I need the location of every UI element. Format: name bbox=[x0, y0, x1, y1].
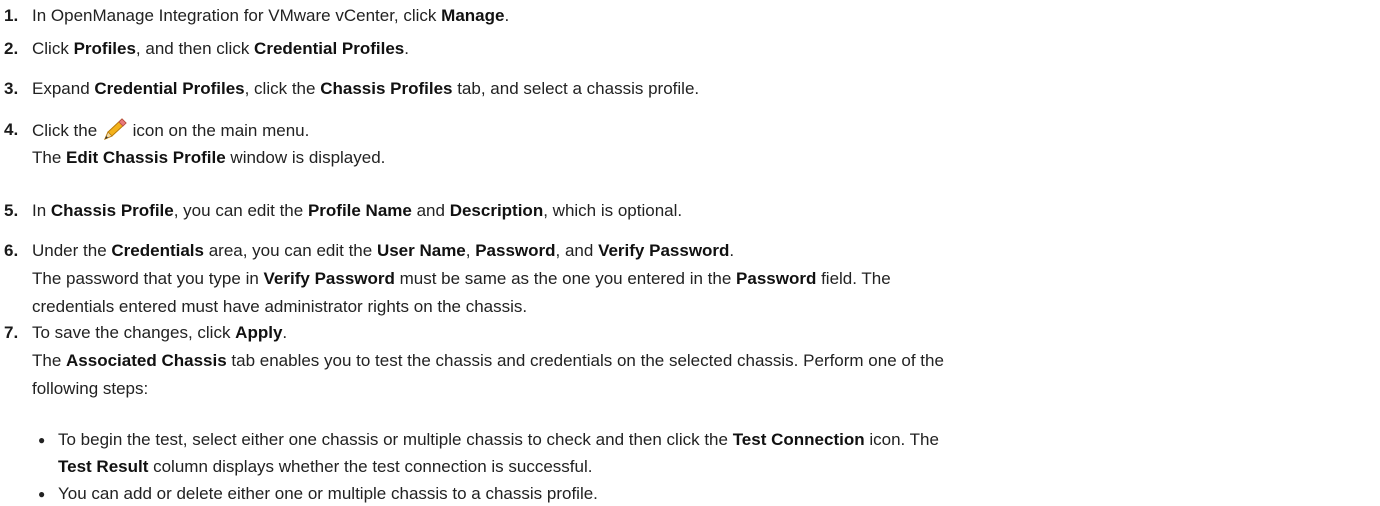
step-text: , and bbox=[555, 241, 599, 260]
ui-term: Description bbox=[449, 201, 544, 220]
bullet-line: Test Result column displays whether the … bbox=[58, 455, 592, 479]
ui-term: Test Connection bbox=[732, 430, 865, 449]
step-line: The password that you type in Verify Pas… bbox=[32, 267, 891, 291]
step-line: Under the Credentials area, you can edit… bbox=[32, 239, 734, 263]
ui-term: Manage bbox=[441, 6, 505, 25]
procedure-steps: 1. In OpenManage Integration for VMware v… bbox=[0, 0, 1380, 504]
step-text: window is displayed. bbox=[225, 148, 386, 167]
step-text: icon on the main menu. bbox=[127, 121, 310, 140]
step-text: tab enables you to test the chassis and … bbox=[226, 351, 944, 370]
step-text: and bbox=[411, 201, 450, 220]
step-text: . bbox=[404, 39, 409, 58]
ui-term: Password bbox=[736, 269, 817, 288]
step-line: The Associated Chassis tab enables you t… bbox=[32, 349, 944, 373]
step-number: 7. bbox=[4, 323, 19, 342]
step-text: Click the bbox=[32, 121, 102, 140]
bullet-dot: ● bbox=[38, 433, 46, 447]
step-number: 2. bbox=[4, 39, 19, 58]
step-text: Under the bbox=[32, 241, 112, 260]
step-text: tab, and select a chassis profile. bbox=[452, 79, 700, 98]
step-text: Expand bbox=[32, 79, 95, 98]
ui-term: Credential Profiles bbox=[94, 79, 245, 98]
step-text: , you can edit the bbox=[173, 201, 308, 220]
step-text: To begin the test, select either one cha… bbox=[58, 430, 733, 449]
step-number: 4. bbox=[4, 120, 19, 139]
ui-term: Associated Chassis bbox=[66, 351, 227, 370]
step-text: In OpenManage Integration for VMware vCe… bbox=[32, 6, 442, 25]
ui-term: Verify Password bbox=[598, 241, 730, 260]
step-text: Click bbox=[32, 39, 74, 58]
step-line: Expand Credential Profiles, click the Ch… bbox=[32, 77, 699, 101]
step-text: credentials entered must have administra… bbox=[32, 297, 528, 316]
step-number: 5. bbox=[4, 201, 19, 220]
step-line: Click the icon on the main menu. bbox=[32, 118, 309, 143]
step-number: 1. bbox=[4, 6, 19, 25]
step-text: icon. The bbox=[864, 430, 939, 449]
step-text: . bbox=[282, 323, 288, 342]
step-text: must be same as the one you entered in t… bbox=[394, 269, 737, 288]
step-text: following steps: bbox=[32, 379, 149, 398]
step-text: You can add or delete either one or mult… bbox=[58, 484, 598, 503]
ui-term: Chassis Profile bbox=[50, 201, 174, 220]
bullet-dot: ● bbox=[38, 487, 46, 501]
step-line: In Chassis Profile, you can edit the Pro… bbox=[32, 199, 682, 223]
ui-term: Profiles bbox=[73, 39, 136, 58]
step-text: column displays whether the test connect… bbox=[148, 457, 593, 476]
step-text: , click the bbox=[244, 79, 321, 98]
step-line: In OpenManage Integration for VMware vCe… bbox=[32, 4, 509, 28]
ui-term: User Name bbox=[376, 241, 466, 260]
step-number: 6. bbox=[4, 241, 19, 260]
step-line: credentials entered must have administra… bbox=[32, 295, 527, 319]
step-line: Click Profiles, and then click Credentia… bbox=[32, 37, 409, 61]
bullet-line: You can add or delete either one or mult… bbox=[58, 482, 598, 506]
step-text: The password that you type in bbox=[32, 269, 264, 288]
step-text: , bbox=[465, 241, 476, 260]
ui-term: Profile Name bbox=[307, 201, 412, 220]
step-text: . bbox=[729, 241, 735, 260]
ui-term: Edit Chassis Profile bbox=[66, 148, 226, 167]
step-text: The bbox=[32, 351, 67, 370]
ui-term: Test Result bbox=[58, 457, 149, 476]
step-text: , which is optional. bbox=[543, 201, 683, 220]
step-number: 3. bbox=[4, 79, 19, 98]
ui-term: Credential Profiles bbox=[254, 39, 405, 58]
step-text: . bbox=[504, 6, 510, 25]
ui-term: Credentials bbox=[111, 241, 204, 260]
ui-term: Verify Password bbox=[263, 269, 395, 288]
step-line: The Edit Chassis Profile window is displ… bbox=[32, 146, 385, 170]
step-text: area, you can edit the bbox=[203, 241, 377, 260]
step-text: , and then click bbox=[135, 39, 255, 58]
step-line: following steps: bbox=[32, 377, 148, 401]
step-text: field. The bbox=[816, 269, 891, 288]
ui-term: Apply bbox=[235, 323, 283, 342]
step-text: To save the changes, click bbox=[32, 323, 236, 342]
ui-term: Password bbox=[475, 241, 556, 260]
pencil-icon bbox=[103, 118, 127, 140]
step-text: In bbox=[32, 201, 51, 220]
bullet-line: To begin the test, select either one cha… bbox=[58, 428, 939, 452]
step-text: The bbox=[32, 148, 67, 167]
step-line: To save the changes, click Apply. bbox=[32, 321, 287, 345]
ui-term: Chassis Profiles bbox=[320, 79, 453, 98]
